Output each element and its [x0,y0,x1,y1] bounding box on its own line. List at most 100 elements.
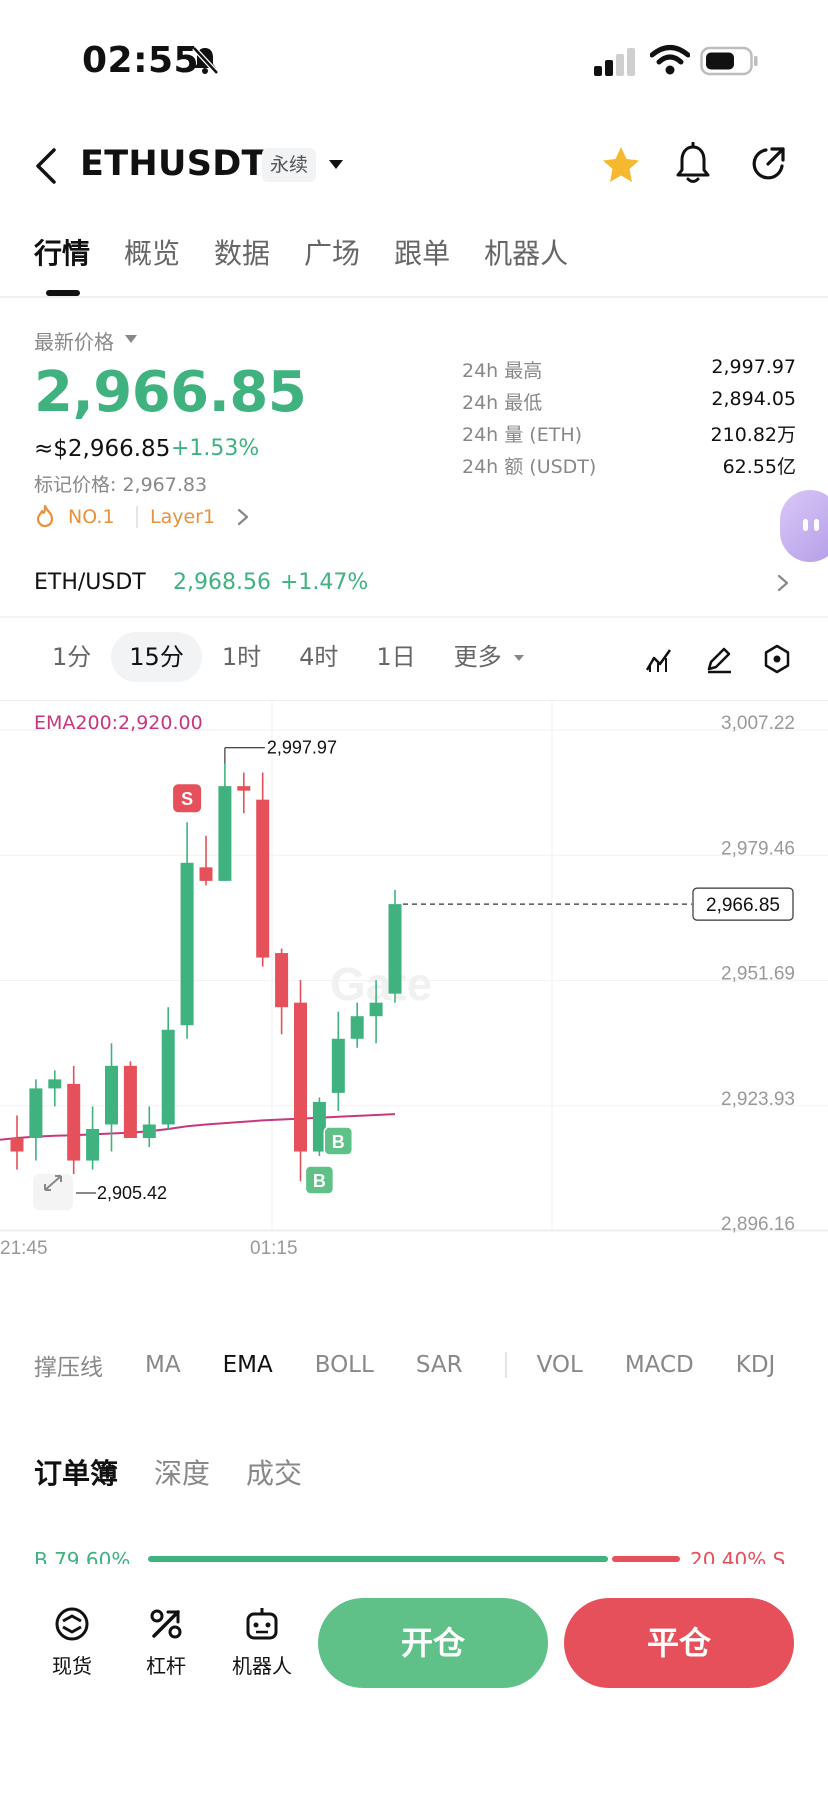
stats-grid: 24h 最高 2,997.97 24h 最低 2,894.05 24h 量 (E… [462,356,796,484]
tab-data[interactable]: 数据 [214,232,270,292]
pair-title[interactable]: ETHUSDT [80,144,266,184]
draw-pen-icon[interactable] [704,644,734,674]
mark-price: 标记价格: 2,967.83 [34,474,208,496]
tab-orderbook[interactable]: 订单簿 [34,1452,118,1492]
nav-leverage-label: 杠杆 [146,1654,186,1678]
interval-1d[interactable]: 1日 [358,632,433,682]
nav-robot[interactable]: 机器人 [222,1604,302,1679]
tab-copy-trade[interactable]: 跟单 [394,232,450,292]
close-position-button[interactable]: 平仓 [564,1598,794,1688]
candle-body [369,1002,383,1017]
usd-price: ≈$2,966.85 [34,436,171,462]
tag-separator [136,506,138,528]
y-axis: 3,007.22 2,979.46 2,951.69 2,923.93 2,896.16 [721,713,795,1235]
y-tick-label: 2,951.69 [721,964,795,985]
wifi-icon [650,45,690,75]
stat-label: 24h 最低 [462,392,543,414]
battery-icon [700,46,758,76]
nav-leverage[interactable]: 杠杆 [126,1604,206,1679]
status-time: 02:55 [82,40,200,81]
rank-badge[interactable]: NO.1 [68,506,115,528]
nav-spot[interactable]: 现货 [32,1604,112,1679]
chevron-down-icon[interactable] [326,156,346,174]
interval-4h[interactable]: 4时 [281,632,356,682]
candle-body [275,953,289,1008]
tab-trades[interactable]: 成交 [246,1452,302,1492]
candle-body [294,1002,307,1152]
robot-icon [246,1608,278,1640]
candle-body [218,786,232,881]
interval-selector: 1分 15分 1时 4时 1日 更多 [34,632,545,682]
caret-down-icon [514,655,525,661]
caret-down-icon[interactable] [124,334,138,344]
tab-robot[interactable]: 机器人 [484,232,568,292]
chevron-right-icon[interactable] [776,572,790,594]
indicator-tab-kdj[interactable]: KDJ [736,1352,776,1378]
candle-body [48,1079,62,1089]
interval-more-label: 更多 [453,643,502,671]
bell-muted-icon [192,46,219,75]
candle-body [10,1138,24,1152]
candlestick-chart[interactable]: Gate 2,997.97 2,905.42 S BB 2,966.85 3,007.2… [0,700,828,1330]
indicator-icon[interactable] [644,644,674,674]
chart-settings-icon[interactable] [762,644,792,674]
interval-1h[interactable]: 1时 [204,632,279,682]
stat-label: 24h 量 (ETH) [462,424,583,446]
assistant-face-icon [803,519,819,531]
open-position-button[interactable]: 开仓 [318,1598,548,1688]
indicator-tab-support[interactable]: 撑压线 [34,1348,103,1382]
candle-body [199,867,213,881]
x-axis: 21:45 01:15 [0,1238,298,1259]
star-icon[interactable] [600,144,642,186]
indicator-tab-sar[interactable]: SAR [416,1352,463,1378]
tab-square[interactable]: 广场 [304,232,360,292]
candle-body [86,1128,100,1161]
back-arrow-icon[interactable] [28,142,68,190]
sell-ratio-bar [612,1556,680,1562]
bell-icon[interactable] [672,142,714,186]
orderbook-tabs: 订单簿 深度 成交 [34,1452,338,1492]
interval-more[interactable]: 更多 [436,632,544,682]
last-price-label[interactable]: 最新价格 [34,326,114,355]
candle-body [180,862,194,1026]
contract-type-badge: 永续 [262,148,317,182]
ema-indicator-label: EMA200:2,920.00 [34,712,203,734]
y-tick-label: 2,923.93 [721,1089,795,1110]
price-change: +1.53% [171,436,260,461]
fire-icon [36,504,54,528]
last-price: 2,966.85 [34,360,307,425]
section-divider [0,616,828,618]
stat-row-high: 24h 最高 2,997.97 [462,356,796,388]
interval-15m[interactable]: 15分 [111,632,202,682]
chevron-right-icon[interactable] [236,506,250,528]
sell-ratio: 20.40% S [690,1548,786,1564]
x-tick-label: 01:15 [250,1238,298,1259]
buy-signal-label: B [332,1132,345,1152]
stat-row-turnover: 24h 额 (USDT) 62.55亿 [462,452,796,484]
indicator-tab-macd[interactable]: MACD [625,1352,694,1378]
indicator-tab-ema[interactable]: EMA [223,1352,273,1378]
category-tag[interactable]: Layer1 [150,506,215,528]
x-tick-label: 21:45 [0,1238,48,1259]
stat-value: 210.82万 [710,424,796,446]
low-price-label: 2,905.42 [97,1183,167,1203]
y-tick-label: 2,979.46 [721,838,795,859]
indicator-separator [504,1352,507,1378]
nav-spot-label: 现货 [52,1654,92,1678]
fullscreen-button-bg [33,1174,73,1210]
interval-1m[interactable]: 1分 [34,632,109,682]
indicator-tab-ma[interactable]: MA [145,1352,181,1378]
candle-body [331,1038,345,1093]
share-icon[interactable] [748,144,788,184]
indicator-tab-vol[interactable]: VOL [537,1352,583,1378]
candle-body [350,1016,364,1039]
y-tick-label: 2,896.16 [721,1214,795,1235]
indicator-tab-boll[interactable]: BOLL [315,1352,374,1378]
tab-depth[interactable]: 深度 [154,1452,210,1492]
watermark-text: Gate [330,958,432,1010]
spot-pair-label[interactable]: ETH/USDT [34,570,146,595]
stat-row-low: 24h 最低 2,894.05 [462,388,796,420]
tab-overview[interactable]: 概览 [124,232,180,292]
tab-market[interactable]: 行情 [34,232,90,292]
stat-row-volume: 24h 量 (ETH) 210.82万 [462,420,796,452]
